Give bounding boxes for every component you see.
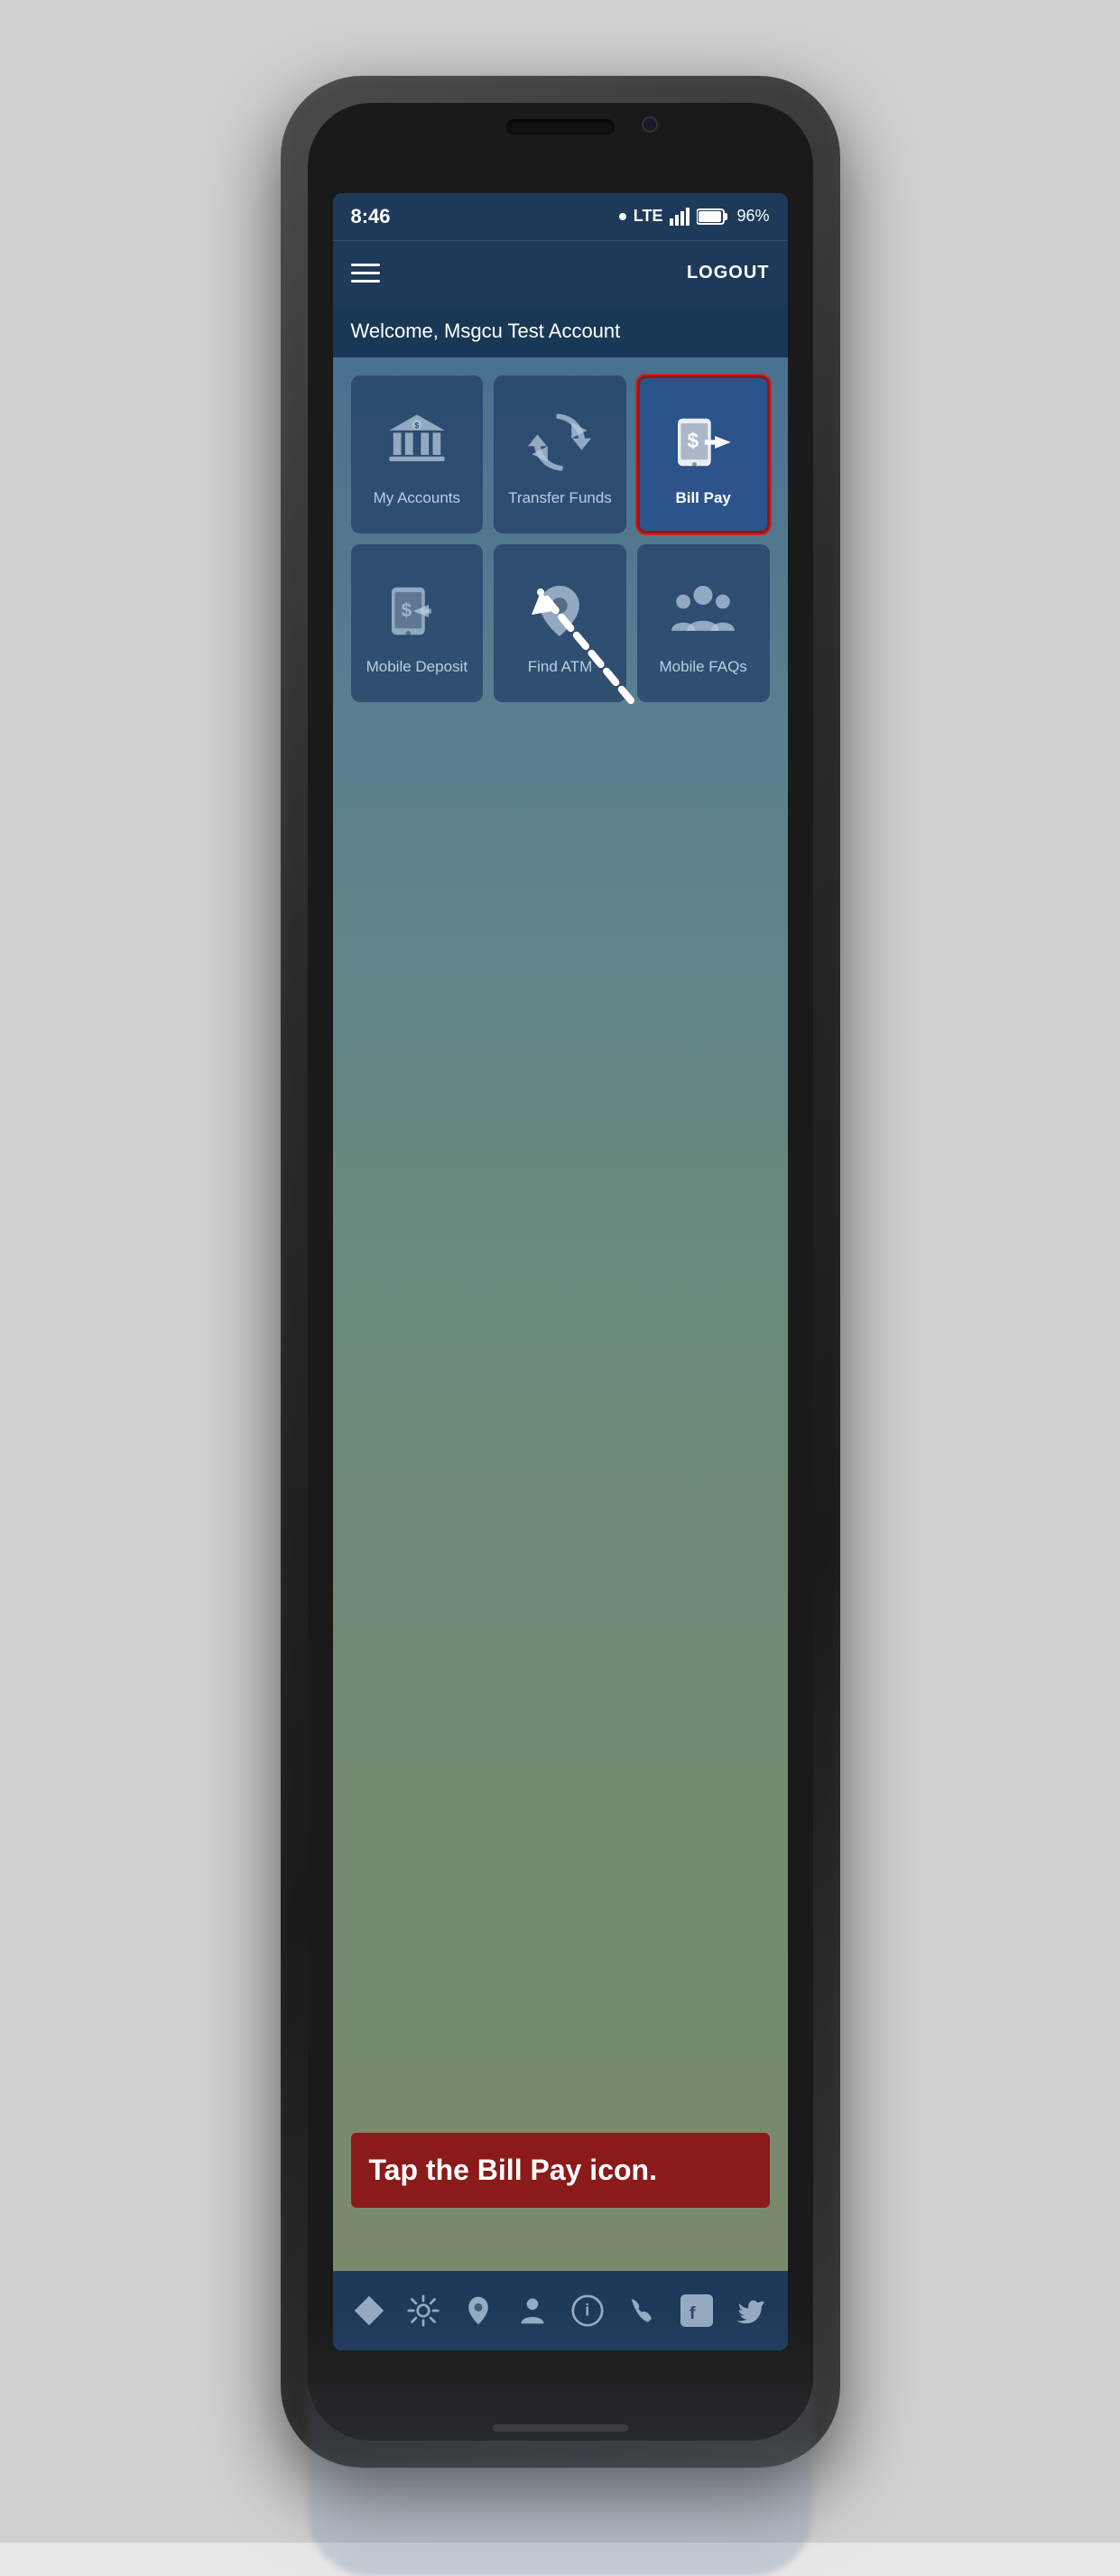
hamburger-menu[interactable]	[351, 264, 380, 283]
instruction-banner: Tap the Bill Pay icon.	[351, 2133, 770, 2207]
phone-camera	[642, 116, 658, 133]
mobile-deposit-tile[interactable]: $ Mobile Deposit	[351, 544, 484, 702]
status-time: 8:46	[351, 205, 391, 228]
battery-icon	[697, 208, 729, 226]
group-icon	[667, 575, 739, 647]
my-accounts-label: My Accounts	[374, 489, 460, 507]
transfer-funds-label: Transfer Funds	[508, 489, 612, 507]
signal-dot	[619, 213, 626, 220]
status-icons: LTE 9	[619, 207, 770, 226]
deposit-icon: $	[381, 575, 453, 647]
mobile-faqs-tile[interactable]: Mobile FAQs	[637, 544, 770, 702]
phone-speaker	[506, 119, 615, 135]
transfer-icon	[523, 406, 596, 478]
welcome-bar: Welcome, Msgcu Test Account	[333, 305, 788, 357]
transfer-funds-tile[interactable]: Transfer Funds	[494, 375, 626, 533]
mobile-deposit-label: Mobile Deposit	[366, 658, 467, 676]
find-atm-label: Find ATM	[528, 658, 592, 676]
my-accounts-tile[interactable]: $ My Accounts	[351, 375, 484, 533]
bill-pay-label: Bill Pay	[675, 489, 730, 507]
menu-grid: $ My Accounts	[333, 357, 788, 720]
instruction-text: Tap the Bill Pay icon.	[369, 2154, 657, 2186]
signal-bars-icon	[670, 208, 690, 226]
location-icon	[523, 575, 596, 647]
page-wrapper: 8:46 LTE	[0, 0, 1120, 2543]
main-content: $ My Accounts	[333, 357, 788, 2271]
logout-button[interactable]: LOGOUT	[687, 263, 770, 283]
status-bar: 8:46 LTE	[333, 193, 788, 240]
top-nav: LOGOUT	[333, 240, 788, 305]
svg-text:$: $	[401, 600, 412, 621]
phone-screen: 8:46 LTE	[333, 193, 788, 2350]
billpay-icon: $	[667, 406, 739, 478]
bank-icon: $	[381, 406, 453, 478]
battery-percent: 96%	[736, 207, 769, 226]
svg-text:$: $	[414, 421, 419, 430]
lte-label: LTE	[634, 207, 663, 226]
mobile-faqs-label: Mobile FAQs	[660, 658, 747, 676]
svg-text:$: $	[688, 429, 699, 452]
phone-inner: 8:46 LTE	[308, 103, 813, 2441]
find-atm-tile[interactable]: Find ATM	[494, 544, 626, 702]
bill-pay-tile[interactable]: $ Bill Pay	[637, 375, 770, 533]
phone-device: 8:46 LTE	[281, 76, 840, 2468]
welcome-text: Welcome, Msgcu Test Account	[351, 320, 621, 342]
phone-reflection	[308, 2305, 813, 2576]
